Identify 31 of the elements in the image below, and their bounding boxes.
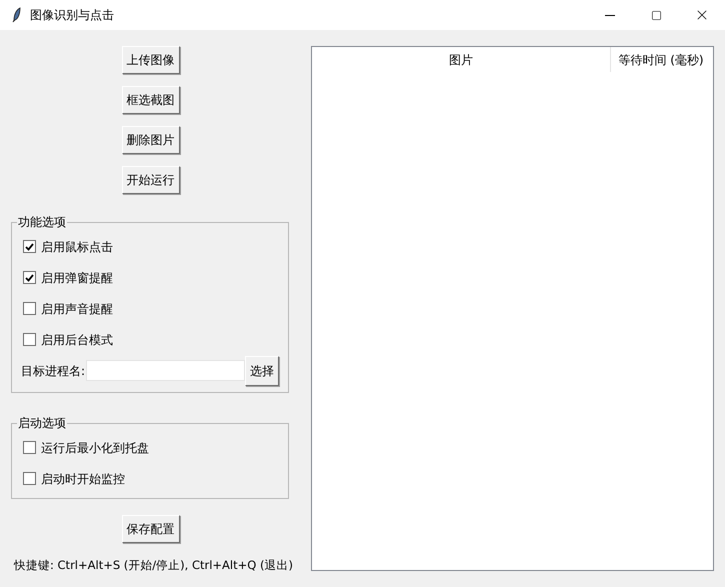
group-title: 启动选项 <box>17 416 67 430</box>
checkbox-label: 运行后最小化到托盘 <box>41 440 149 456</box>
maximize-icon <box>650 10 662 20</box>
action-button[interactable]: 删除图片 <box>122 126 180 154</box>
checkbox[interactable] <box>23 333 36 346</box>
checkbox[interactable] <box>23 472 36 485</box>
window-title: 图像识别与点击 <box>30 7 114 24</box>
feather-icon <box>12 7 22 23</box>
field-label: 目标进程名: <box>21 362 86 380</box>
check-icon <box>25 242 34 250</box>
action-button[interactable]: 开始运行 <box>122 166 180 194</box>
checkbox[interactable] <box>23 271 36 284</box>
column-header: 图片 <box>312 47 611 72</box>
checkbox-label: 启用后台模式 <box>41 332 113 348</box>
group-title: 功能选项 <box>17 215 67 229</box>
column-header: 等待时间 (毫秒) <box>617 52 705 68</box>
save-config-button[interactable]: 保存配置 <box>122 515 180 543</box>
checkbox[interactable] <box>23 441 36 454</box>
checkbox[interactable] <box>23 240 36 253</box>
shortcut-hint: 快捷键: Ctrl+Alt+S (开始/停止), Ctrl+Alt+Q (退出) <box>14 557 294 574</box>
action-button[interactable]: 上传图像 <box>122 46 180 74</box>
check-icon <box>25 274 34 282</box>
checkbox[interactable] <box>23 302 36 315</box>
checkbox-label: 启用声音提醒 <box>41 300 113 318</box>
checkbox-label: 启动时开始监控 <box>41 470 125 488</box>
choose-button[interactable]: 选择 <box>245 356 279 386</box>
checkbox-label: 启用鼠标点击 <box>41 238 113 256</box>
action-button[interactable]: 框选截图 <box>122 86 180 114</box>
checkbox-label: 启用弹窗提醒 <box>41 270 113 286</box>
minimize-icon <box>605 14 615 16</box>
process-name-field[interactable] <box>86 360 245 381</box>
